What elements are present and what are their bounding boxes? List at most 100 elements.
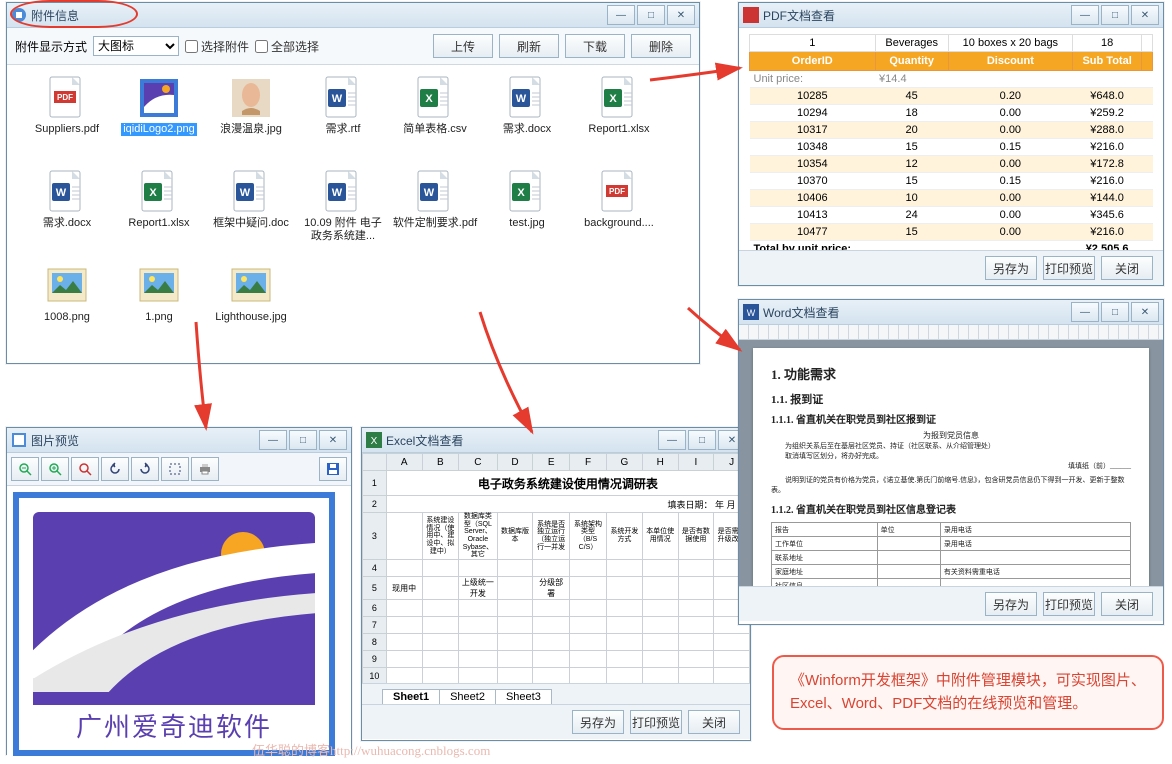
print-icon[interactable] <box>191 457 219 481</box>
window-title: 附件信息 <box>31 7 605 24</box>
window-title: Excel文档查看 <box>386 432 656 449</box>
actual-size-icon[interactable] <box>161 457 189 481</box>
print-preview-button[interactable]: 打印预览 <box>1043 592 1095 616</box>
print-preview-button[interactable]: 打印预览 <box>630 710 682 734</box>
file-item[interactable]: W 需求.rtf <box>297 73 389 167</box>
titlebar[interactable]: PDF文档查看 —□✕ <box>739 3 1163 28</box>
file-item[interactable]: PDFbackground.... <box>573 167 665 261</box>
heading-3: 1.1.2. 省直机关在职党员到社区信息登记表 <box>771 501 1131 516</box>
file-label: iqidiLogo2.png <box>121 123 197 136</box>
file-item[interactable]: W软件定制要求.pdf <box>389 167 481 261</box>
file-item[interactable]: W 框架中疑问.doc <box>205 167 297 261</box>
app-icon: X <box>366 432 382 448</box>
file-icon: X <box>136 169 182 215</box>
print-preview-button[interactable]: 打印预览 <box>1043 256 1095 280</box>
save-as-button[interactable]: 另存为 <box>572 710 624 734</box>
file-item[interactable]: 1008.png <box>21 261 113 355</box>
file-item[interactable]: 1.png <box>113 261 205 355</box>
svg-text:X: X <box>149 187 157 199</box>
svg-text:W: W <box>240 187 251 199</box>
sheet-tabs: Sheet1Sheet2Sheet3 <box>362 683 750 704</box>
excel-sheet-area[interactable]: ABCDEFGHIJ1电子政务系统建设使用情况调研表2填表日期： 年 月 日3系… <box>362 453 750 683</box>
file-item[interactable]: 浪漫温泉.jpg <box>205 73 297 167</box>
close-button[interactable]: 关闭 <box>688 710 740 734</box>
pdf-content[interactable]: 1Beverages10 boxes x 20 bags18OrderIDQua… <box>739 28 1163 250</box>
file-label: Lighthouse.jpg <box>215 311 287 324</box>
para: 说明到证的党员有价格为党员，《诺立基使.第氏门前缩号.信息》，包含研党员信息仍下… <box>771 475 1131 495</box>
app-icon <box>11 7 27 23</box>
file-item[interactable]: XReport1.xlsx <box>113 167 205 261</box>
attachment-toolbar: 附件显示方式 大图标 选择附件 全部选择 上传 刷新 下载 删除 <box>7 28 699 65</box>
minimize-button[interactable]: — <box>259 430 287 450</box>
sheet-tab[interactable]: Sheet3 <box>495 689 552 704</box>
file-item[interactable]: W需求.docx <box>21 167 113 261</box>
word-content[interactable]: 1. 功能需求 1.1. 报到证 1.1.1. 省直机关在职党员到社区报到证 为… <box>739 340 1163 586</box>
file-icon: W <box>228 169 274 215</box>
display-mode-label: 附件显示方式 <box>15 38 87 55</box>
file-item[interactable]: W需求.docx <box>481 73 573 167</box>
file-label: 需求.docx <box>43 217 91 230</box>
para: 取消填写区划分，将办好完成。 <box>771 451 1131 461</box>
image-preview-window: 图片预览 —□✕ 广州爱奇迪软件 <box>6 427 352 755</box>
attachment-window: 附件信息 — □ ✕ 附件显示方式 大图标 选择附件 全部选择 上传 刷新 下载… <box>6 2 700 364</box>
heading-2: 1.1. 报到证 <box>771 391 1131 407</box>
sheet-tab[interactable]: Sheet1 <box>382 689 440 704</box>
sheet-tab[interactable]: Sheet2 <box>439 689 496 704</box>
window-title: 图片预览 <box>31 432 257 449</box>
excel-viewer-window: X Excel文档查看 —□✕ ABCDEFGHIJ1电子政务系统建设使用情况调… <box>361 427 751 741</box>
image-toolbar <box>7 453 351 486</box>
close-button[interactable]: ✕ <box>1131 302 1159 322</box>
svg-text:W: W <box>747 308 756 318</box>
titlebar[interactable]: 附件信息 — □ ✕ <box>7 3 699 28</box>
file-item[interactable]: Lighthouse.jpg <box>205 261 297 355</box>
file-label: 框架中疑问.doc <box>213 217 289 230</box>
file-item[interactable]: X简单表格.csv <box>389 73 481 167</box>
maximize-button[interactable]: □ <box>637 5 665 25</box>
select-attachment-checkbox[interactable]: 选择附件 <box>185 38 249 55</box>
titlebar[interactable]: X Excel文档查看 —□✕ <box>362 428 750 453</box>
maximize-button[interactable]: □ <box>1101 302 1129 322</box>
maximize-button[interactable]: □ <box>1101 5 1129 25</box>
close-button[interactable]: 关闭 <box>1101 256 1153 280</box>
upload-button[interactable]: 上传 <box>433 34 493 58</box>
zoom-in-icon[interactable] <box>41 457 69 481</box>
file-item[interactable]: iqidiLogo2.png <box>113 73 205 167</box>
display-mode-select[interactable]: 大图标 <box>93 36 179 56</box>
delete-button[interactable]: 删除 <box>631 34 691 58</box>
zoom-out-icon[interactable] <box>11 457 39 481</box>
close-button[interactable]: ✕ <box>1131 5 1159 25</box>
file-item[interactable]: Xtest.jpg <box>481 167 573 261</box>
file-item[interactable]: PDFSuppliers.pdf <box>21 73 113 167</box>
file-item[interactable]: W10.09 附件 电子政务系统建... <box>297 167 389 261</box>
download-button[interactable]: 下载 <box>565 34 625 58</box>
close-button[interactable]: 关闭 <box>1101 592 1153 616</box>
file-label: 需求.rtf <box>326 123 361 136</box>
save-as-button[interactable]: 另存为 <box>985 256 1037 280</box>
annotation-callout: 《Winform开发框架》中附件管理模块，可实现图片、Excel、Word、PD… <box>772 655 1164 730</box>
file-label: Report1.xlsx <box>588 123 649 136</box>
refresh-button[interactable]: 刷新 <box>499 34 559 58</box>
save-icon[interactable] <box>319 457 347 481</box>
zoom-fit-icon[interactable] <box>71 457 99 481</box>
para: 为组织关系后至在基层社区党员、持证（社区联系、从介绍管理处） <box>771 441 1131 451</box>
maximize-button[interactable]: □ <box>688 430 716 450</box>
file-label: 1008.png <box>44 311 90 324</box>
file-item[interactable]: XReport1.xlsx <box>573 73 665 167</box>
rotate-right-icon[interactable] <box>131 457 159 481</box>
titlebar[interactable]: 图片预览 —□✕ <box>7 428 351 453</box>
minimize-button[interactable]: — <box>1071 302 1099 322</box>
rotate-left-icon[interactable] <box>101 457 129 481</box>
minimize-button[interactable]: — <box>658 430 686 450</box>
file-label: background.... <box>584 217 654 230</box>
save-as-button[interactable]: 另存为 <box>985 592 1037 616</box>
file-icon: W <box>320 169 366 215</box>
close-button[interactable]: ✕ <box>319 430 347 450</box>
minimize-button[interactable]: — <box>607 5 635 25</box>
file-label: 10.09 附件 电子政务系统建... <box>300 217 386 242</box>
titlebar[interactable]: W Word文档查看 —□✕ <box>739 300 1163 325</box>
svg-text:W: W <box>332 93 343 105</box>
minimize-button[interactable]: — <box>1071 5 1099 25</box>
select-all-checkbox[interactable]: 全部选择 <box>255 38 319 55</box>
maximize-button[interactable]: □ <box>289 430 317 450</box>
close-button[interactable]: ✕ <box>667 5 695 25</box>
